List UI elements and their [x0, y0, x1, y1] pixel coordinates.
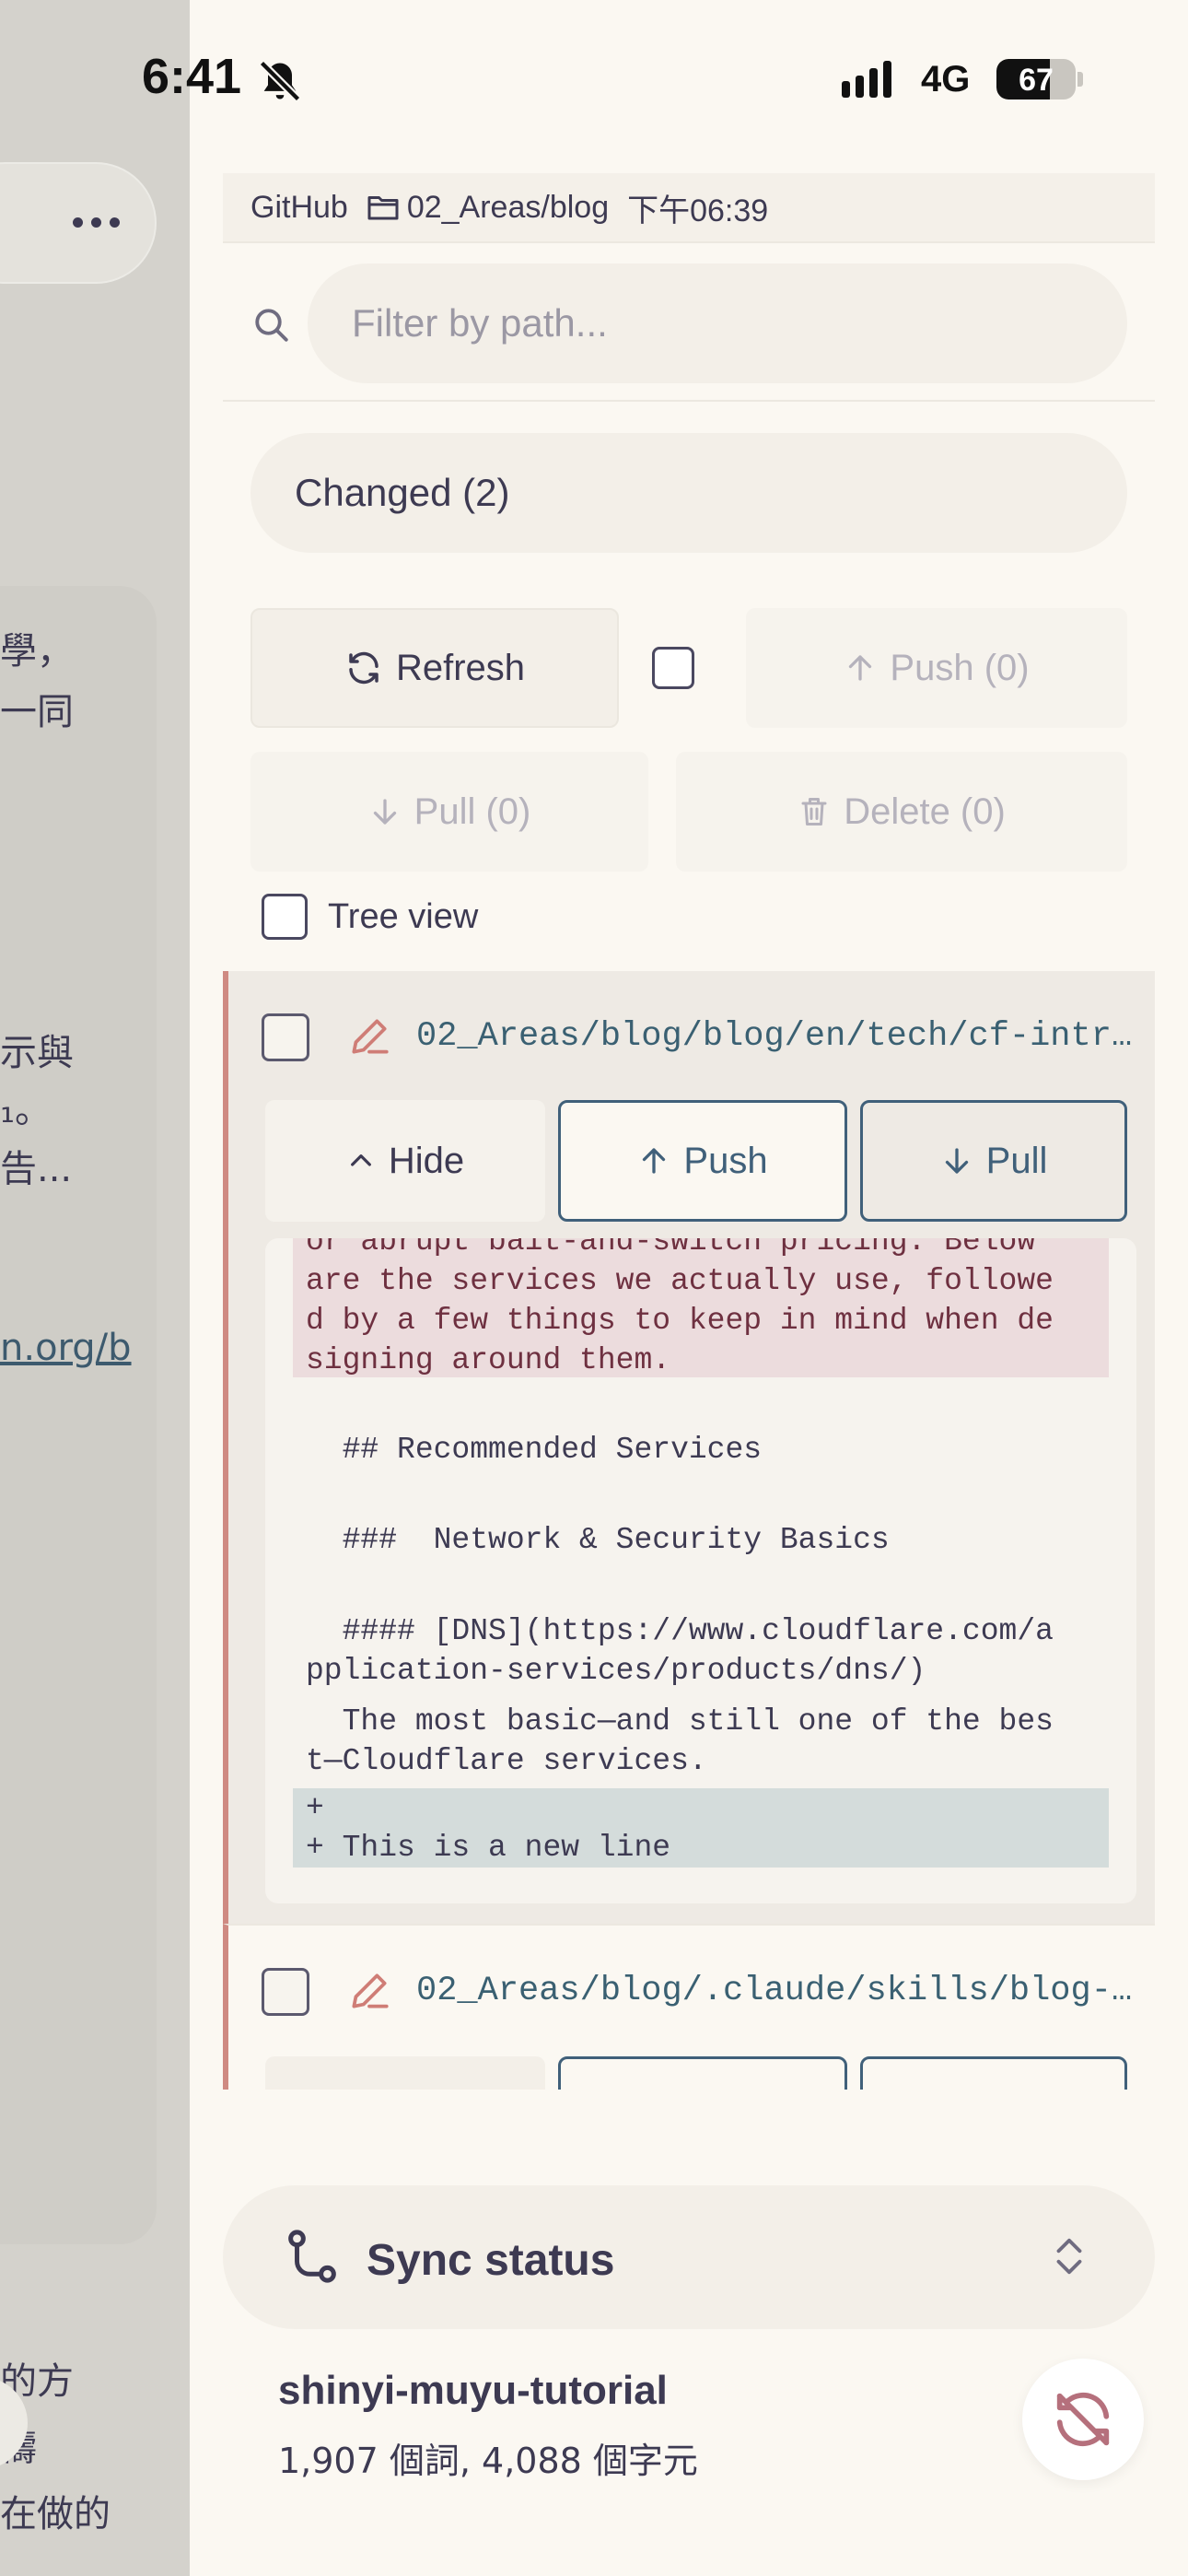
push-file-button[interactable]: Push — [558, 1100, 847, 1222]
left-text-line: 一同 — [0, 691, 74, 733]
left-text-line: 示與 — [0, 1032, 74, 1074]
search-icon — [255, 309, 288, 342]
pencil-modified-icon — [352, 1019, 389, 1054]
tree-view-toggle[interactable]: Tree view — [262, 894, 478, 940]
filter-path-input[interactable] — [308, 263, 1127, 383]
pull-all-label: Pull (0) — [413, 790, 531, 832]
pencil-modified-icon — [352, 1973, 389, 2008]
delete-all-label: Delete (0) — [844, 790, 1006, 832]
repo-path: 02_Areas/blog — [367, 190, 609, 226]
diff-line-context: ## Recommended Services — [306, 1433, 763, 1467]
hide-label: Hide — [388, 1140, 465, 1181]
file-row[interactable]: 02_Areas/blog/.claude/skills/blog-m... — [228, 1926, 1155, 2055]
document-title: shinyi-muyu-tutorial — [278, 2368, 668, 2413]
diff-line-removed: are the services we actually use, follow… — [293, 1261, 1109, 1301]
cellular-signal-icon — [842, 61, 891, 98]
pull-label: Pull — [985, 1140, 1048, 1181]
git-compare-icon — [288, 2230, 336, 2283]
push-all-label: Push (0) — [890, 647, 1030, 688]
diff-line-context: pplication-services/products/dns/) — [306, 1654, 926, 1688]
refresh-label: Refresh — [395, 647, 526, 688]
sync-off-icon — [1056, 2392, 1110, 2447]
document-stats: 1,907 個詞, 4,088 個字元 — [278, 2441, 698, 2481]
file-path[interactable]: 02_Areas/blog/blog/en/tech/cf-intro... — [416, 1017, 1135, 1056]
more-menu-button[interactable] — [0, 162, 157, 284]
service-name: GitHub — [250, 189, 348, 225]
filter-row — [223, 258, 1155, 402]
chevron-up-down-icon — [1056, 2238, 1082, 2275]
changed-file-item: 02_Areas/blog/blog/en/tech/cf-intro... H… — [223, 971, 1155, 1924]
pull-file-button[interactable] — [860, 2056, 1127, 2090]
battery-cap — [1077, 72, 1083, 87]
refresh-button[interactable]: Refresh — [250, 608, 619, 728]
tree-view-checkbox[interactable] — [262, 894, 308, 940]
repo-header: GitHub 02_Areas/blog 下午06:39 — [223, 173, 1155, 243]
arrow-down-icon — [373, 799, 396, 825]
bell-off-icon — [259, 60, 301, 102]
last-sync-time: 下午06:39 — [627, 193, 769, 228]
diff-line-context: #### [DNS](https://www.cloudflare.com/a — [306, 1614, 1054, 1648]
push-all-button[interactable]: Push (0) — [746, 608, 1127, 728]
left-text-link[interactable]: n.org/b — [0, 1327, 132, 1369]
diff-line-removed: or abrupt bait-and-switch pricing. Below — [293, 1238, 1109, 1261]
diff-line-added: + — [293, 1788, 1109, 1828]
arrow-up-icon — [849, 655, 872, 681]
refresh-icon — [349, 651, 379, 685]
left-text-line: 在做的 — [0, 2493, 111, 2535]
file-checkbox[interactable] — [262, 1968, 309, 2016]
diff-line-removed: signing around them. — [293, 1341, 1109, 1377]
hide-diff-button[interactable]: Hide — [265, 1100, 545, 1222]
changed-file-item: 02_Areas/blog/.claude/skills/blog-m... — [223, 1924, 1155, 2090]
sync-status-toggle[interactable]: Sync status — [223, 2185, 1155, 2329]
file-checkbox[interactable] — [262, 1013, 309, 1061]
arrow-down-icon — [945, 1148, 968, 1174]
left-text-line: 學， — [0, 630, 74, 673]
sync-status-label: Sync status — [367, 2236, 615, 2285]
pull-all-button[interactable]: Pull (0) — [250, 752, 648, 872]
left-text-line: 告... — [0, 1148, 73, 1190]
changed-filter-select[interactable]: Changed (2) — [250, 433, 1127, 553]
chevron-up-icon — [350, 1154, 371, 1166]
background-note-card — [0, 586, 157, 2244]
diff-line-added: + This is a new line — [293, 1828, 1109, 1868]
sync-off-button[interactable] — [1022, 2359, 1144, 2480]
trash-icon — [801, 798, 827, 825]
select-all-checkbox[interactable] — [652, 647, 694, 689]
tree-view-label: Tree view — [328, 896, 479, 936]
battery-percent: 67 — [1019, 63, 1054, 98]
diff-line-context: The most basic—and still one of the bes — [306, 1704, 1054, 1739]
battery-icon: 67 — [996, 59, 1076, 100]
status-time: 6:41 — [142, 49, 242, 104]
file-path[interactable]: 02_Areas/blog/.claude/skills/blog-m... — [416, 1972, 1135, 2010]
delete-all-button[interactable]: Delete (0) — [676, 752, 1127, 872]
push-label: Push — [683, 1140, 768, 1181]
diff-line-context: t—Cloudflare services. — [306, 1744, 707, 1778]
pull-file-button[interactable]: Pull — [860, 1100, 1127, 1222]
network-type: 4G — [921, 59, 971, 100]
folder-icon — [367, 196, 399, 220]
background-note-pane: 學， 一同 示與 ₁。 告... n.org/b 的方 禱 在做的 — [0, 0, 190, 2576]
more-dots-icon — [73, 217, 120, 228]
diff-line-context: ### Network & Security Basics — [306, 1523, 890, 1557]
repo-path-label: 02_Areas/blog — [406, 189, 610, 225]
file-row[interactable]: 02_Areas/blog/blog/en/tech/cf-intro... — [228, 971, 1155, 1100]
diff-viewer[interactable]: or abrupt bait-and-switch pricing. Below… — [265, 1238, 1136, 1903]
hide-diff-button[interactable] — [265, 2056, 545, 2090]
push-file-button[interactable] — [558, 2056, 847, 2090]
arrow-up-icon — [643, 1148, 666, 1174]
diff-line-removed: d by a few things to keep in mind when d… — [293, 1301, 1109, 1341]
left-text-line: ₁。 — [0, 1089, 52, 1131]
